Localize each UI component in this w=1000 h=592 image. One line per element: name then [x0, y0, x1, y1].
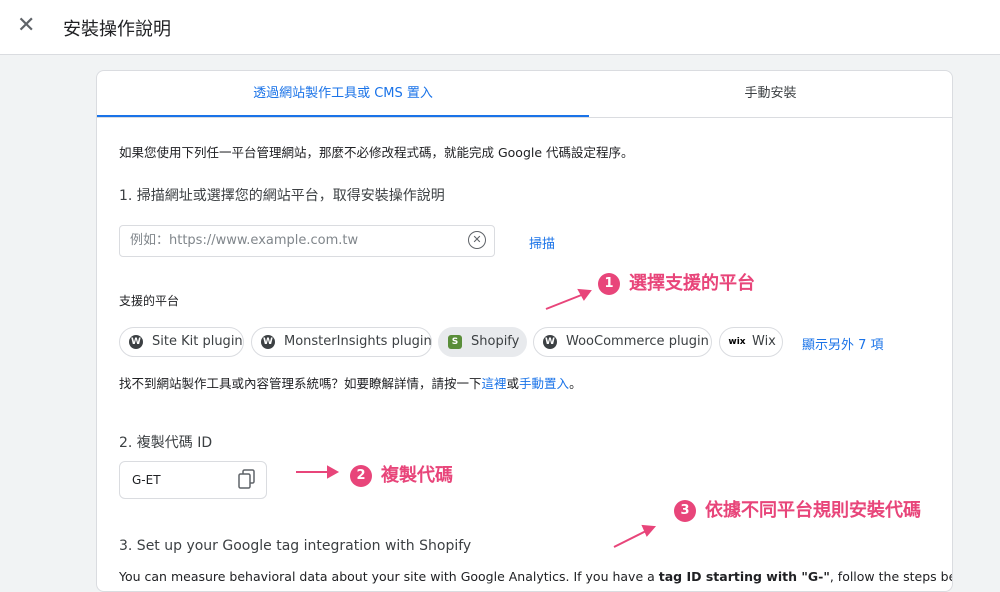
annotation-3: 3 依據不同平台規則安裝代碼	[674, 496, 921, 522]
annotation-arrows	[296, 288, 657, 548]
arrow-1-head	[577, 288, 592, 301]
annotation-1: 1 選擇支援的平台	[598, 269, 755, 295]
arrow-2-head	[327, 465, 340, 479]
annotation-2: 2 複製代碼	[350, 461, 453, 487]
arrow-3	[613, 529, 649, 548]
arrow-3-head	[641, 524, 657, 537]
arrow-1	[545, 293, 585, 310]
